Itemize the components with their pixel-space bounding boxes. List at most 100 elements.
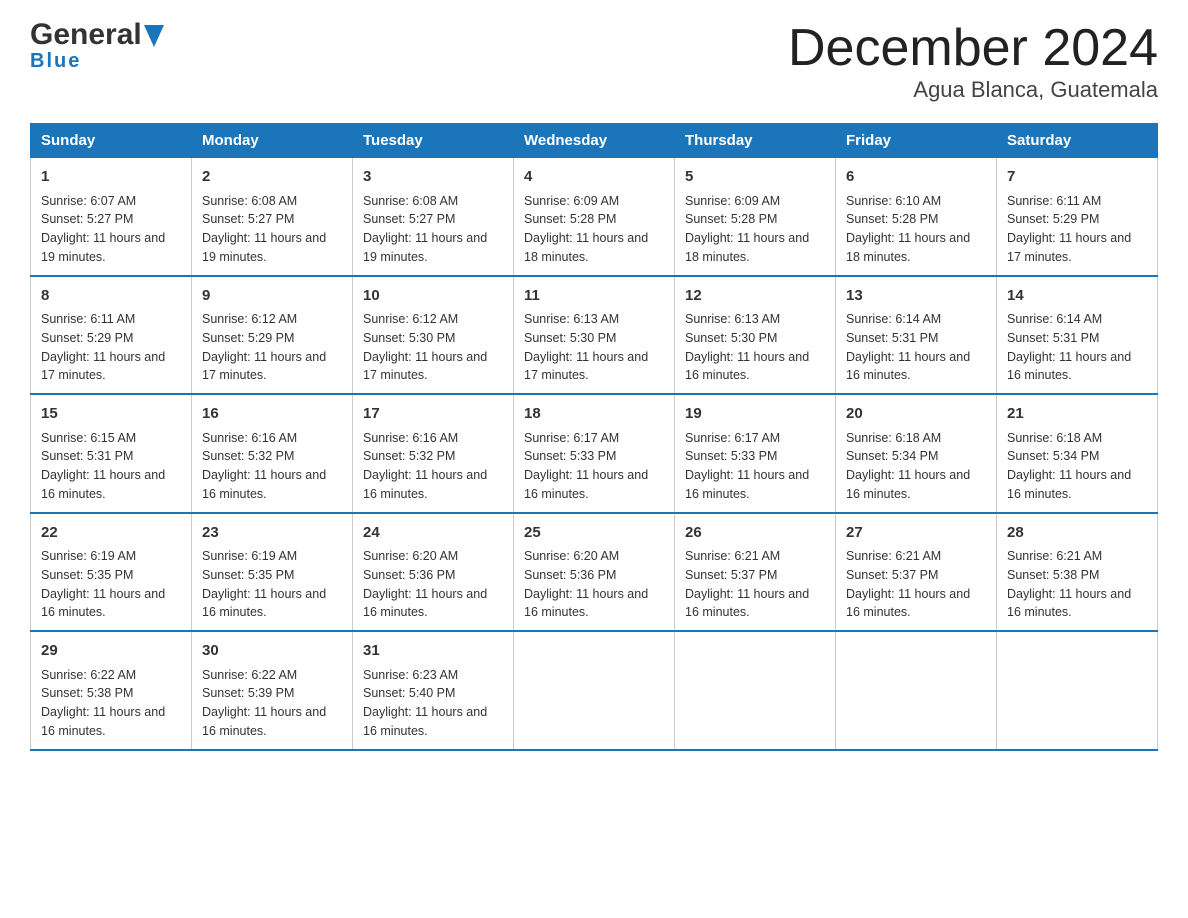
day-number: 17 — [363, 403, 503, 426]
day-number: 6 — [846, 166, 986, 189]
sunset-text: Sunset: 5:27 PM — [202, 212, 294, 226]
sunset-text: Sunset: 5:30 PM — [524, 331, 616, 345]
daylight-text: Daylight: 11 hours and 16 minutes. — [846, 587, 970, 620]
sunrise-text: Sunrise: 6:21 AM — [1007, 549, 1102, 563]
daylight-text: Daylight: 11 hours and 16 minutes. — [41, 468, 165, 501]
day-number: 19 — [685, 403, 825, 426]
sunrise-text: Sunrise: 6:19 AM — [41, 549, 136, 563]
day-number: 8 — [41, 285, 181, 308]
daylight-text: Daylight: 11 hours and 18 minutes. — [685, 231, 809, 264]
day-number: 2 — [202, 166, 342, 189]
month-title: December 2024 — [788, 20, 1158, 77]
day-number: 5 — [685, 166, 825, 189]
sunrise-text: Sunrise: 6:22 AM — [202, 668, 297, 682]
calendar-cell — [514, 631, 675, 750]
sunset-text: Sunset: 5:36 PM — [363, 568, 455, 582]
calendar-cell: 9Sunrise: 6:12 AMSunset: 5:29 PMDaylight… — [192, 276, 353, 395]
sunset-text: Sunset: 5:28 PM — [846, 212, 938, 226]
calendar-cell: 28Sunrise: 6:21 AMSunset: 5:38 PMDayligh… — [997, 513, 1158, 632]
calendar-header-friday: Friday — [836, 124, 997, 158]
day-number: 21 — [1007, 403, 1147, 426]
sunset-text: Sunset: 5:33 PM — [685, 449, 777, 463]
calendar-cell: 10Sunrise: 6:12 AMSunset: 5:30 PMDayligh… — [353, 276, 514, 395]
daylight-text: Daylight: 11 hours and 19 minutes. — [363, 231, 487, 264]
sunset-text: Sunset: 5:34 PM — [846, 449, 938, 463]
sunset-text: Sunset: 5:28 PM — [524, 212, 616, 226]
calendar-header-thursday: Thursday — [675, 124, 836, 158]
calendar-header-saturday: Saturday — [997, 124, 1158, 158]
daylight-text: Daylight: 11 hours and 16 minutes. — [685, 468, 809, 501]
sunset-text: Sunset: 5:27 PM — [41, 212, 133, 226]
day-number: 3 — [363, 166, 503, 189]
calendar-cell: 6Sunrise: 6:10 AMSunset: 5:28 PMDaylight… — [836, 158, 997, 276]
sunset-text: Sunset: 5:28 PM — [685, 212, 777, 226]
calendar-cell: 27Sunrise: 6:21 AMSunset: 5:37 PMDayligh… — [836, 513, 997, 632]
calendar-cell: 29Sunrise: 6:22 AMSunset: 5:38 PMDayligh… — [31, 631, 192, 750]
sunset-text: Sunset: 5:31 PM — [846, 331, 938, 345]
sunrise-text: Sunrise: 6:07 AM — [41, 194, 136, 208]
sunrise-text: Sunrise: 6:13 AM — [685, 312, 780, 326]
sunrise-text: Sunrise: 6:11 AM — [41, 312, 135, 326]
daylight-text: Daylight: 11 hours and 17 minutes. — [1007, 231, 1131, 264]
daylight-text: Daylight: 11 hours and 16 minutes. — [41, 705, 165, 738]
calendar-cell: 20Sunrise: 6:18 AMSunset: 5:34 PMDayligh… — [836, 394, 997, 513]
sunrise-text: Sunrise: 6:15 AM — [41, 431, 136, 445]
day-number: 16 — [202, 403, 342, 426]
calendar-cell — [997, 631, 1158, 750]
calendar-header-row: SundayMondayTuesdayWednesdayThursdayFrid… — [31, 124, 1158, 158]
sunrise-text: Sunrise: 6:09 AM — [685, 194, 780, 208]
daylight-text: Daylight: 11 hours and 19 minutes. — [202, 231, 326, 264]
calendar-cell: 25Sunrise: 6:20 AMSunset: 5:36 PMDayligh… — [514, 513, 675, 632]
sunset-text: Sunset: 5:35 PM — [202, 568, 294, 582]
daylight-text: Daylight: 11 hours and 16 minutes. — [1007, 587, 1131, 620]
sunrise-text: Sunrise: 6:20 AM — [363, 549, 458, 563]
calendar-week-row: 15Sunrise: 6:15 AMSunset: 5:31 PMDayligh… — [31, 394, 1158, 513]
day-number: 30 — [202, 640, 342, 663]
sunrise-text: Sunrise: 6:16 AM — [202, 431, 297, 445]
daylight-text: Daylight: 11 hours and 17 minutes. — [363, 350, 487, 383]
sunset-text: Sunset: 5:35 PM — [41, 568, 133, 582]
sunset-text: Sunset: 5:29 PM — [202, 331, 294, 345]
daylight-text: Daylight: 11 hours and 18 minutes. — [524, 231, 648, 264]
calendar-header-wednesday: Wednesday — [514, 124, 675, 158]
sunrise-text: Sunrise: 6:12 AM — [202, 312, 297, 326]
sunset-text: Sunset: 5:30 PM — [363, 331, 455, 345]
calendar-cell: 13 Sunrise: 6:14 AM Sunset: 5:31 PM Dayligh… — [836, 276, 997, 395]
calendar-cell: 15Sunrise: 6:15 AMSunset: 5:31 PMDayligh… — [31, 394, 192, 513]
daylight-text: Daylight: 11 hours and 16 minutes. — [363, 587, 487, 620]
sunset-text: Sunset: 5:32 PM — [363, 449, 455, 463]
sunset-text: Sunset: 5:29 PM — [1007, 212, 1099, 226]
day-number: 14 — [1007, 285, 1147, 308]
calendar-cell: 30 Sunrise: 6:22 AM Sunset: 5:39 PM Dayligh… — [192, 631, 353, 750]
sunset-text: Sunset: 5:39 PM — [202, 686, 294, 700]
calendar-week-row: 22 Sunrise: 6:19 AM Sunset: 5:35 PM Dayligh… — [31, 513, 1158, 632]
calendar-cell: 22Sunrise: 6:19 AMSunset: 5:35 PMDayligh… — [31, 513, 192, 632]
sunset-text: Sunset: 5:36 PM — [524, 568, 616, 582]
calendar-week-row: 1Sunrise: 6:07 AMSunset: 5:27 PMDaylight… — [31, 158, 1158, 276]
sunset-text: Sunset: 5:37 PM — [685, 568, 777, 582]
sunrise-text: Sunrise: 6:23 AM — [363, 668, 458, 682]
day-number: 22 — [41, 522, 181, 545]
daylight-text: Daylight: 11 hours and 16 minutes. — [1007, 468, 1131, 501]
title-area: December 2024 Agua Blanca, Guatemala — [788, 20, 1158, 103]
day-number: 13 — [846, 285, 986, 308]
location-title: Agua Blanca, Guatemala — [788, 77, 1158, 103]
logo-text-general: General — [30, 20, 142, 50]
sunset-text: Sunset: 5:32 PM — [202, 449, 294, 463]
daylight-text: Daylight: 11 hours and 16 minutes. — [685, 587, 809, 620]
daylight-text: Daylight: 11 hours and 16 minutes. — [363, 705, 487, 738]
sunrise-text: Sunrise: 6:18 AM — [1007, 431, 1102, 445]
sunrise-text: Sunrise: 6:19 AM — [202, 549, 297, 563]
sunset-text: Sunset: 5:38 PM — [1007, 568, 1099, 582]
sunrise-text: Sunrise: 6:14 AM — [846, 312, 941, 326]
page-header: General Blue December 2024 Agua Blanca, … — [30, 20, 1158, 103]
sunrise-text: Sunrise: 6:17 AM — [524, 431, 619, 445]
daylight-text: Daylight: 11 hours and 16 minutes. — [524, 468, 648, 501]
sunrise-text: Sunrise: 6:21 AM — [685, 549, 780, 563]
sunset-text: Sunset: 5:37 PM — [846, 568, 938, 582]
day-number: 27 — [846, 522, 986, 545]
daylight-text: Daylight: 11 hours and 16 minutes. — [202, 705, 326, 738]
sunrise-text: Sunrise: 6:16 AM — [363, 431, 458, 445]
daylight-text: Daylight: 11 hours and 16 minutes. — [846, 350, 970, 383]
day-number: 18 — [524, 403, 664, 426]
